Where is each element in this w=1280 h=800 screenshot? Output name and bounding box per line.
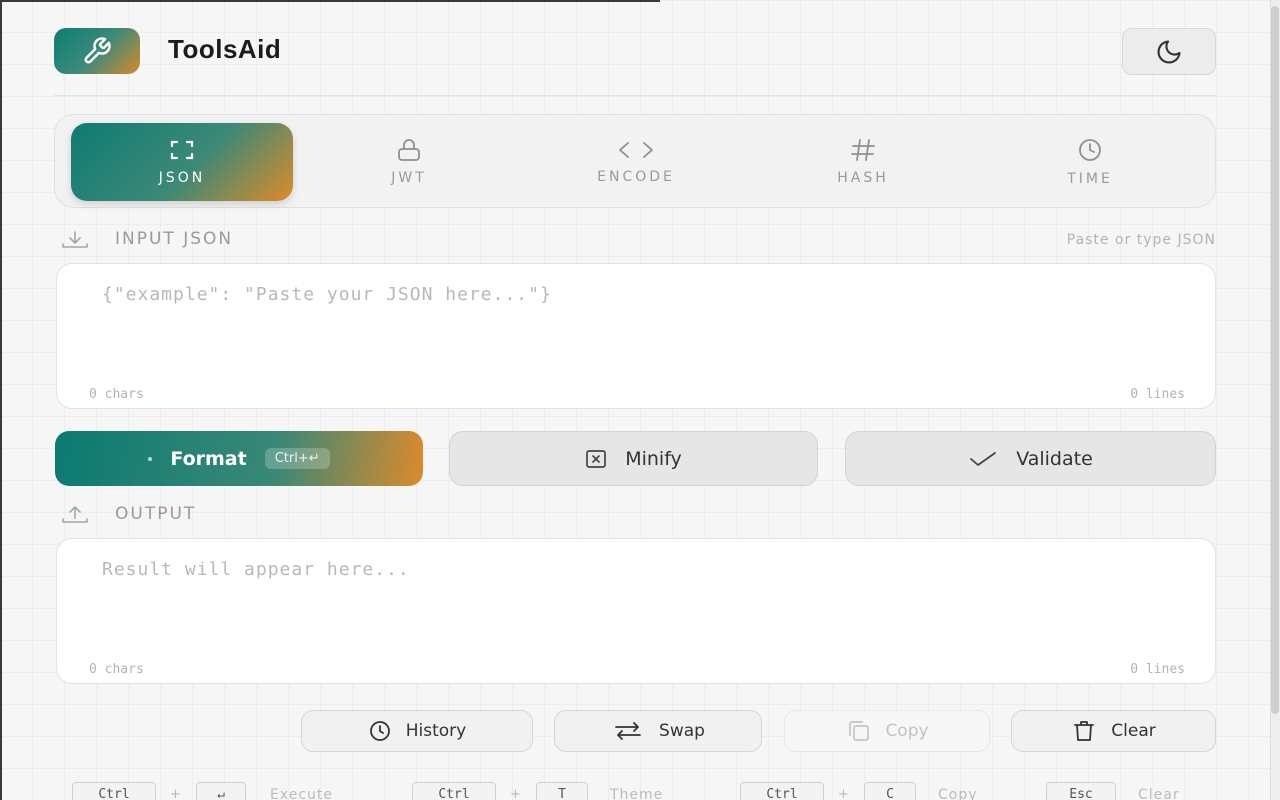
history-clock-icon: [369, 721, 390, 741]
validate-label: Validate: [1016, 447, 1093, 470]
shortcut-key: C: [864, 782, 916, 800]
minify-button[interactable]: Minify: [449, 431, 818, 486]
wrench-icon: [84, 37, 111, 64]
tab-hash[interactable]: HASH: [752, 123, 974, 201]
swap-label: Swap: [659, 721, 705, 741]
swap-arrows-icon: [615, 722, 641, 740]
app-header: ToolsAid: [54, 28, 1216, 96]
tab-time[interactable]: TIME: [979, 123, 1201, 201]
window-frame-left: [0, 0, 2, 800]
plus-sign: +: [838, 787, 849, 800]
clear-label: Clear: [1111, 721, 1156, 741]
shortcut-key: Esc: [1046, 782, 1116, 800]
check-icon: [970, 451, 997, 466]
shortcut-label: Clear: [1138, 787, 1180, 800]
input-panel[interactable]: {"example": "Paste your JSON here..."} 0…: [56, 263, 1216, 409]
square-x-icon: [586, 449, 607, 468]
swap-button[interactable]: Swap: [554, 710, 762, 752]
copy-button[interactable]: Copy: [784, 710, 990, 752]
output-panel[interactable]: Result will appear here... 0 chars 0 lin…: [56, 538, 1216, 684]
shortcut-label: Execute: [270, 787, 333, 800]
shortcut-label: Theme: [610, 787, 664, 800]
format-label: Format: [170, 447, 247, 470]
tab-encode[interactable]: ENCODE: [525, 123, 747, 201]
clock-icon: [1079, 139, 1101, 161]
output-char-count: 0 chars: [89, 662, 144, 677]
shortcut-hints: Ctrl + ↵ Execute Ctrl + T Theme Ctrl + C…: [72, 782, 1212, 800]
output-placeholder: Result will appear here...: [102, 559, 410, 580]
shortcut-key: ↵: [196, 782, 246, 800]
bullet-icon: [148, 456, 153, 461]
input-hint: Paste or type JSON: [1066, 232, 1216, 248]
app-logo: [54, 28, 140, 74]
scrollbar-thumb[interactable]: [1271, 6, 1279, 714]
plus-sign: +: [170, 787, 181, 800]
braces-frame-icon: [170, 140, 194, 160]
theme-toggle-button[interactable]: [1122, 28, 1216, 75]
code-icon: [619, 142, 653, 158]
minify-label: Minify: [625, 447, 682, 470]
clear-button[interactable]: Clear: [1011, 710, 1216, 752]
input-section-header: INPUT JSON Paste or type JSON: [58, 229, 1216, 251]
download-icon: [62, 231, 88, 248]
shortcut-key: Ctrl: [740, 782, 824, 800]
tab-label: ENCODE: [597, 169, 675, 185]
history-label: History: [405, 721, 467, 741]
input-line-count: 0 lines: [1130, 387, 1185, 402]
input-char-count: 0 chars: [89, 387, 144, 402]
shortcut-key: T: [536, 782, 588, 800]
input-placeholder[interactable]: {"example": "Paste your JSON here..."}: [102, 284, 552, 305]
validate-button[interactable]: Validate: [845, 431, 1216, 486]
moon-icon: [1157, 39, 1181, 63]
tool-tabs: JSON JWT ENCODE HASH TIME: [54, 114, 1216, 208]
output-section-header: OUTPUT: [58, 504, 1216, 526]
tab-label: HASH: [837, 170, 889, 186]
app-brand: ToolsAid: [168, 34, 282, 64]
trash-icon: [1074, 721, 1095, 741]
copy-icon: [849, 721, 870, 741]
shortcut-key: Ctrl: [72, 782, 156, 800]
hash-icon: [851, 139, 875, 161]
tab-json[interactable]: JSON: [71, 123, 293, 201]
input-section-title: INPUT JSON: [115, 229, 234, 249]
plus-sign: +: [510, 787, 521, 800]
tab-label: TIME: [1067, 171, 1113, 187]
shortcut-key: Ctrl: [412, 782, 496, 800]
output-section-title: OUTPUT: [115, 504, 197, 524]
format-button[interactable]: Format Ctrl+↵: [55, 431, 423, 486]
upload-icon: [62, 506, 88, 523]
format-shortcut-badge: Ctrl+↵: [264, 448, 330, 469]
tab-label: JWT: [391, 170, 427, 186]
output-line-count: 0 lines: [1130, 662, 1185, 677]
history-button[interactable]: History: [301, 710, 533, 752]
tab-label: JSON: [158, 170, 206, 186]
lock-icon: [398, 139, 420, 161]
copy-label: Copy: [885, 721, 929, 741]
window-frame-top: [0, 0, 660, 2]
shortcut-label: Copy: [938, 787, 978, 800]
tab-jwt[interactable]: JWT: [298, 123, 520, 201]
scrollbar-track[interactable]: [1270, 0, 1280, 800]
